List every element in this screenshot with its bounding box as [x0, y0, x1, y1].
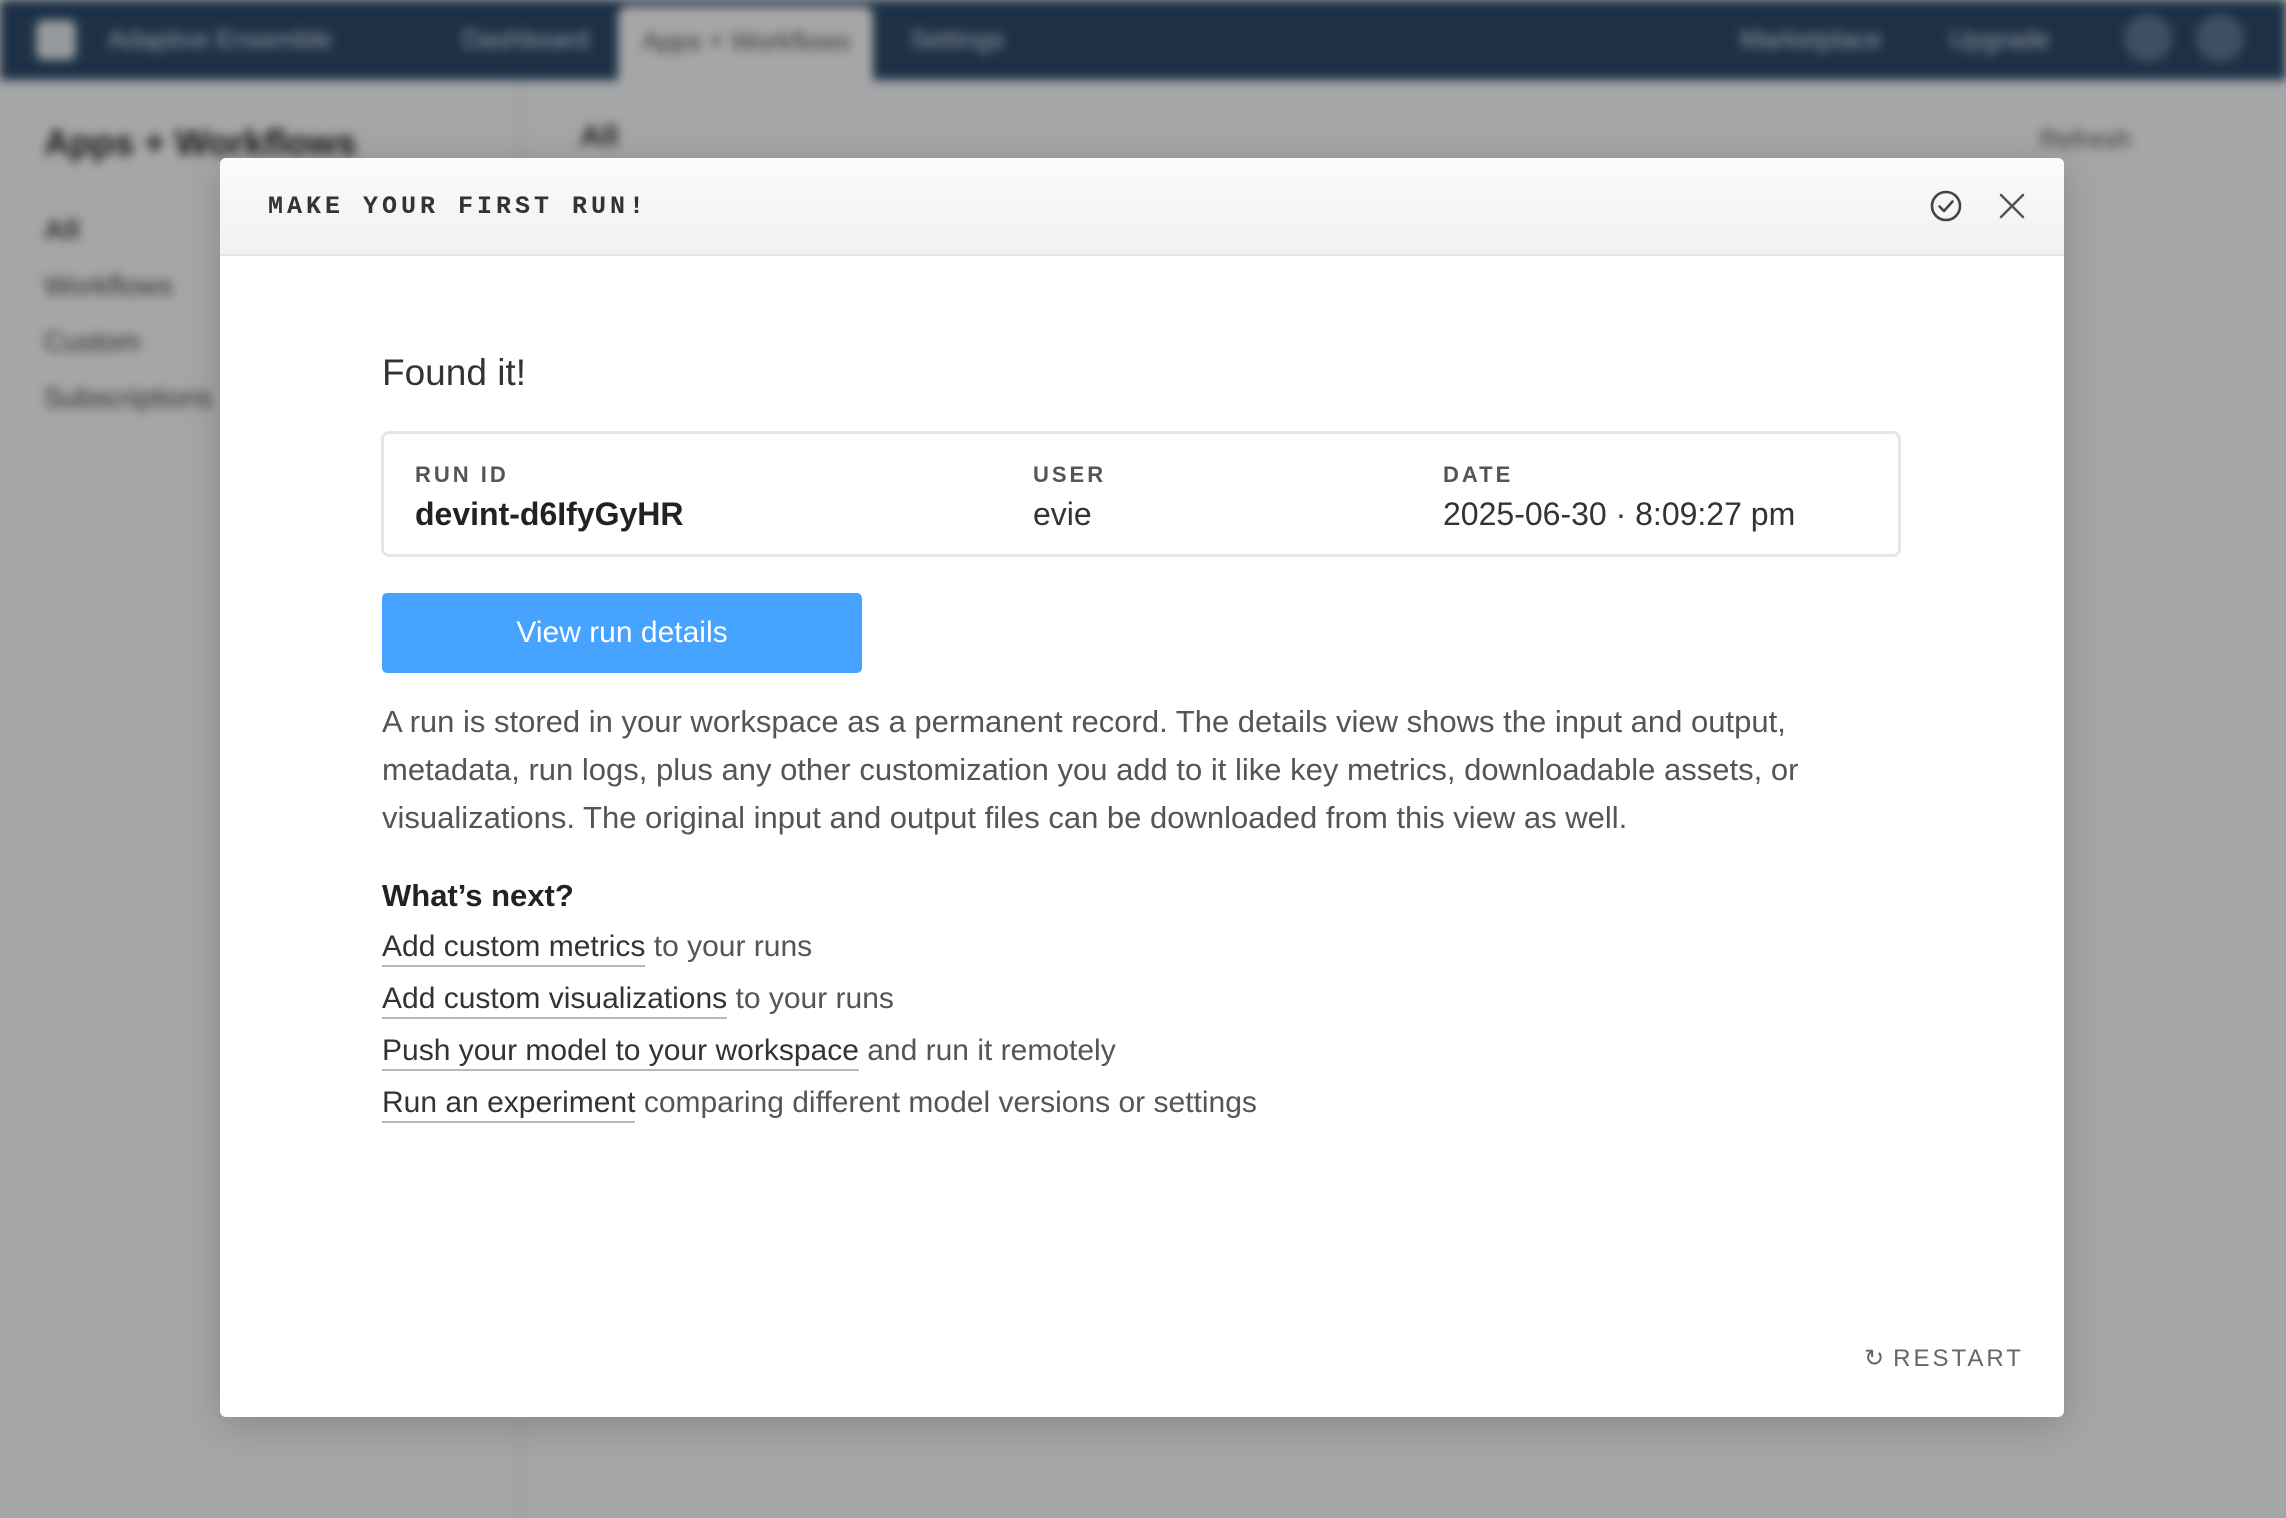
run-id-value: devint-d6IfyGyHR [415, 496, 684, 532]
whats-next-heading: What’s next? [382, 878, 574, 913]
push-model-link[interactable]: Push your model to your workspace [382, 1034, 859, 1071]
refresh-icon: ↻ [1864, 1345, 1888, 1372]
date-label: DATE [1443, 462, 1514, 487]
list-item: Push your model to your workspace and ru… [382, 1034, 1257, 1086]
run-description: A run is stored in your workspace as a p… [382, 698, 1942, 842]
user-column: USER evie [1033, 462, 1106, 533]
add-custom-visualizations-link[interactable]: Add custom visualizations [382, 982, 728, 1019]
list-item: Add custom visualizations to your runs [382, 982, 1257, 1034]
run-summary-card: RUN ID devint-d6IfyGyHR USER evie DATE 2… [381, 431, 1901, 557]
description-line: A run is stored in your workspace as a p… [382, 704, 1786, 739]
description-line: visualizations. The original input and o… [382, 800, 1628, 835]
list-item-text: to your runs [645, 930, 813, 963]
user-value: evie [1033, 496, 1092, 532]
list-item: Add custom metrics to your runs [382, 930, 1257, 982]
add-custom-metrics-link[interactable]: Add custom metrics [382, 930, 646, 967]
run-experiment-link[interactable]: Run an experiment [382, 1086, 636, 1123]
whats-next-list: Add custom metrics to your runs Add cust… [382, 930, 1257, 1138]
first-run-modal: MAKE YOUR FIRST RUN! Found it! RUN ID de… [220, 158, 2064, 1417]
list-item-text: comparing different model versions or se… [635, 1086, 1257, 1119]
date-column: DATE 2025-06-30 · 8:09:27 pm [1443, 462, 1795, 533]
list-item-text: and run it remotely [858, 1034, 1116, 1067]
check-circle-icon[interactable] [1928, 188, 1964, 224]
list-item-text: to your runs [727, 982, 894, 1015]
run-id-column: RUN ID devint-d6IfyGyHR [415, 462, 683, 533]
user-label: USER [1033, 462, 1107, 487]
view-run-details-button[interactable]: View run details [382, 593, 862, 673]
run-id-label: RUN ID [415, 462, 509, 487]
modal-header: MAKE YOUR FIRST RUN! [220, 158, 2064, 256]
modal-title: MAKE YOUR FIRST RUN! [268, 192, 649, 221]
date-value: 2025-06-30 · 8:09:27 pm [1443, 496, 1796, 532]
close-icon[interactable] [1994, 188, 2030, 224]
restart-label: RESTART [1893, 1345, 2024, 1372]
restart-button[interactable]: ↻ RESTART [1864, 1344, 2024, 1373]
found-heading: Found it! [382, 352, 526, 393]
list-item: Run an experiment comparing different mo… [382, 1086, 1257, 1138]
description-line: metadata, run logs, plus any other custo… [382, 752, 1799, 787]
